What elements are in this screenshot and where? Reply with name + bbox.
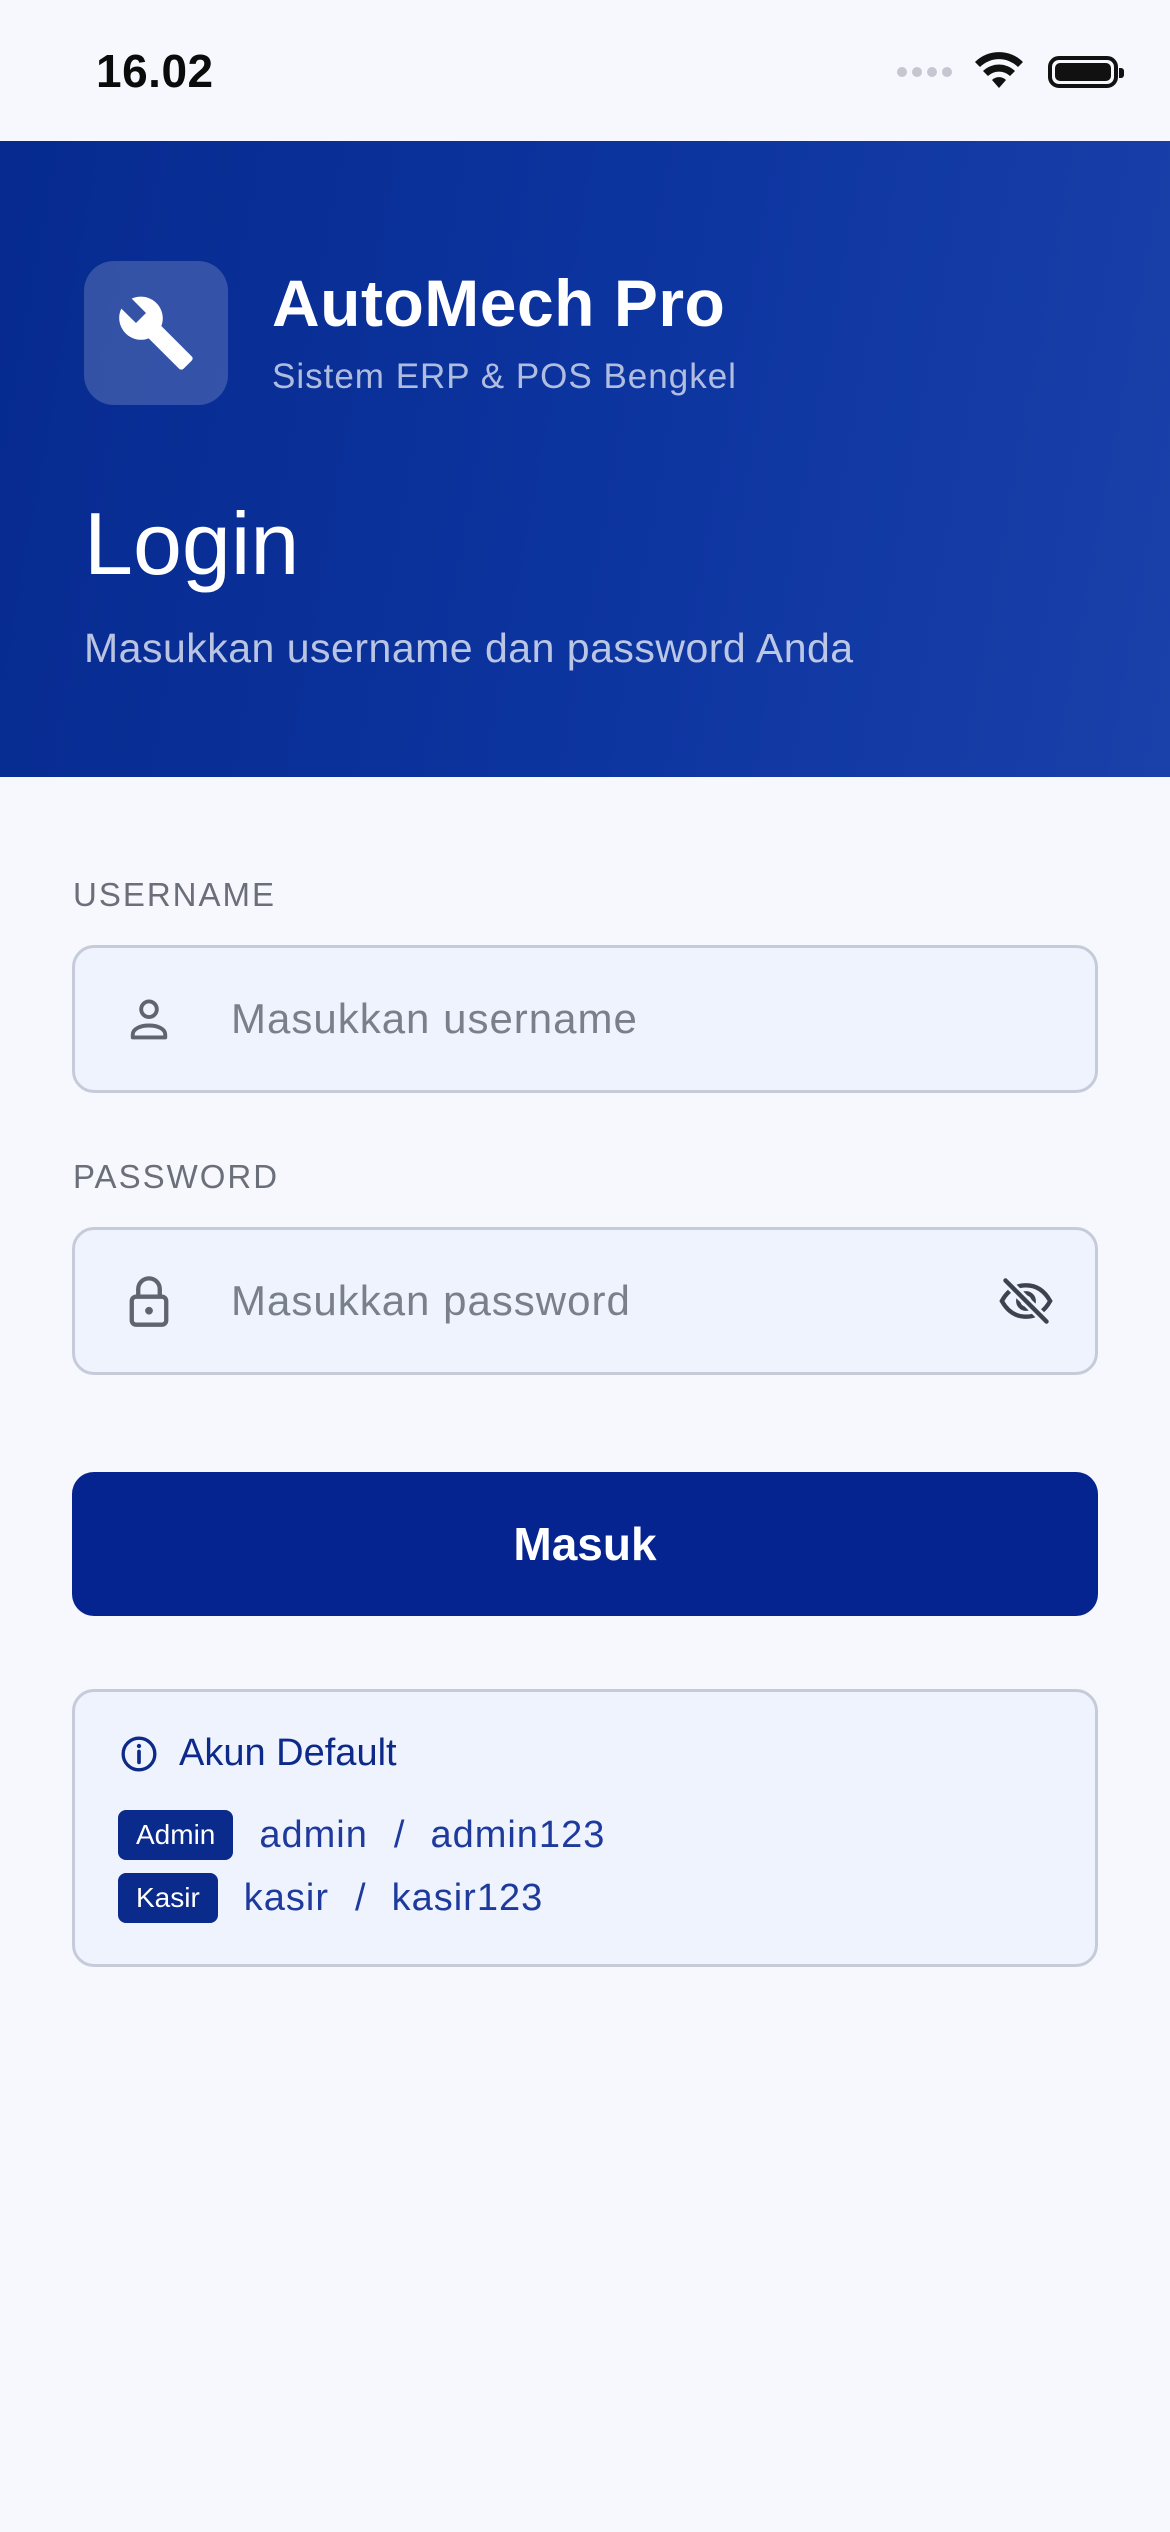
credential-password: kasir123 xyxy=(391,1876,544,1919)
status-time: 16.02 xyxy=(96,45,214,97)
credential-username: admin xyxy=(259,1813,368,1856)
status-icons xyxy=(897,52,1124,92)
credential-separator: / xyxy=(393,1813,405,1856)
username-field[interactable] xyxy=(72,945,1098,1093)
info-icon xyxy=(121,1736,157,1771)
credential-row-kasir: Kasir kasir / kasir123 xyxy=(118,1873,543,1923)
app-logo xyxy=(84,261,228,405)
password-field[interactable] xyxy=(72,1227,1098,1375)
credential-separator: / xyxy=(355,1876,366,1919)
password-input[interactable] xyxy=(231,1230,975,1372)
role-badge: Kasir xyxy=(118,1873,218,1923)
wrench-icon xyxy=(119,296,193,370)
default-accounts-card: Akun Default Admin admin / admin123 Kasi… xyxy=(72,1689,1098,1967)
app-name: AutoMech Pro xyxy=(272,266,726,340)
default-accounts-header: Akun Default xyxy=(119,1732,397,1775)
app-tagline: Sistem ERP & POS Bengkel xyxy=(272,357,737,396)
cellular-signal-icon xyxy=(897,67,952,77)
user-icon xyxy=(130,999,168,1040)
login-header: AutoMech Pro Sistem ERP & POS Bengkel Lo… xyxy=(0,141,1170,777)
page-title: Login xyxy=(84,494,300,593)
credential-username: kasir xyxy=(243,1876,330,1919)
page-subtitle: Masukkan username dan password Anda xyxy=(84,625,854,671)
lock-icon xyxy=(129,1276,169,1327)
wifi-icon xyxy=(975,52,1023,88)
login-button[interactable]: Masuk xyxy=(72,1472,1098,1616)
eye-off-icon[interactable] xyxy=(997,1272,1055,1330)
status-bar: 16.02 xyxy=(0,0,1170,141)
battery-icon xyxy=(1048,56,1124,88)
role-badge: Admin xyxy=(118,1810,234,1860)
credential-password: admin123 xyxy=(430,1813,606,1856)
username-input[interactable] xyxy=(231,948,975,1090)
default-accounts-title: Akun Default xyxy=(179,1732,397,1774)
password-label: PASSWORD xyxy=(73,1158,280,1195)
username-label: USERNAME xyxy=(73,876,277,913)
credential-row-admin: Admin admin / admin123 xyxy=(118,1810,605,1860)
